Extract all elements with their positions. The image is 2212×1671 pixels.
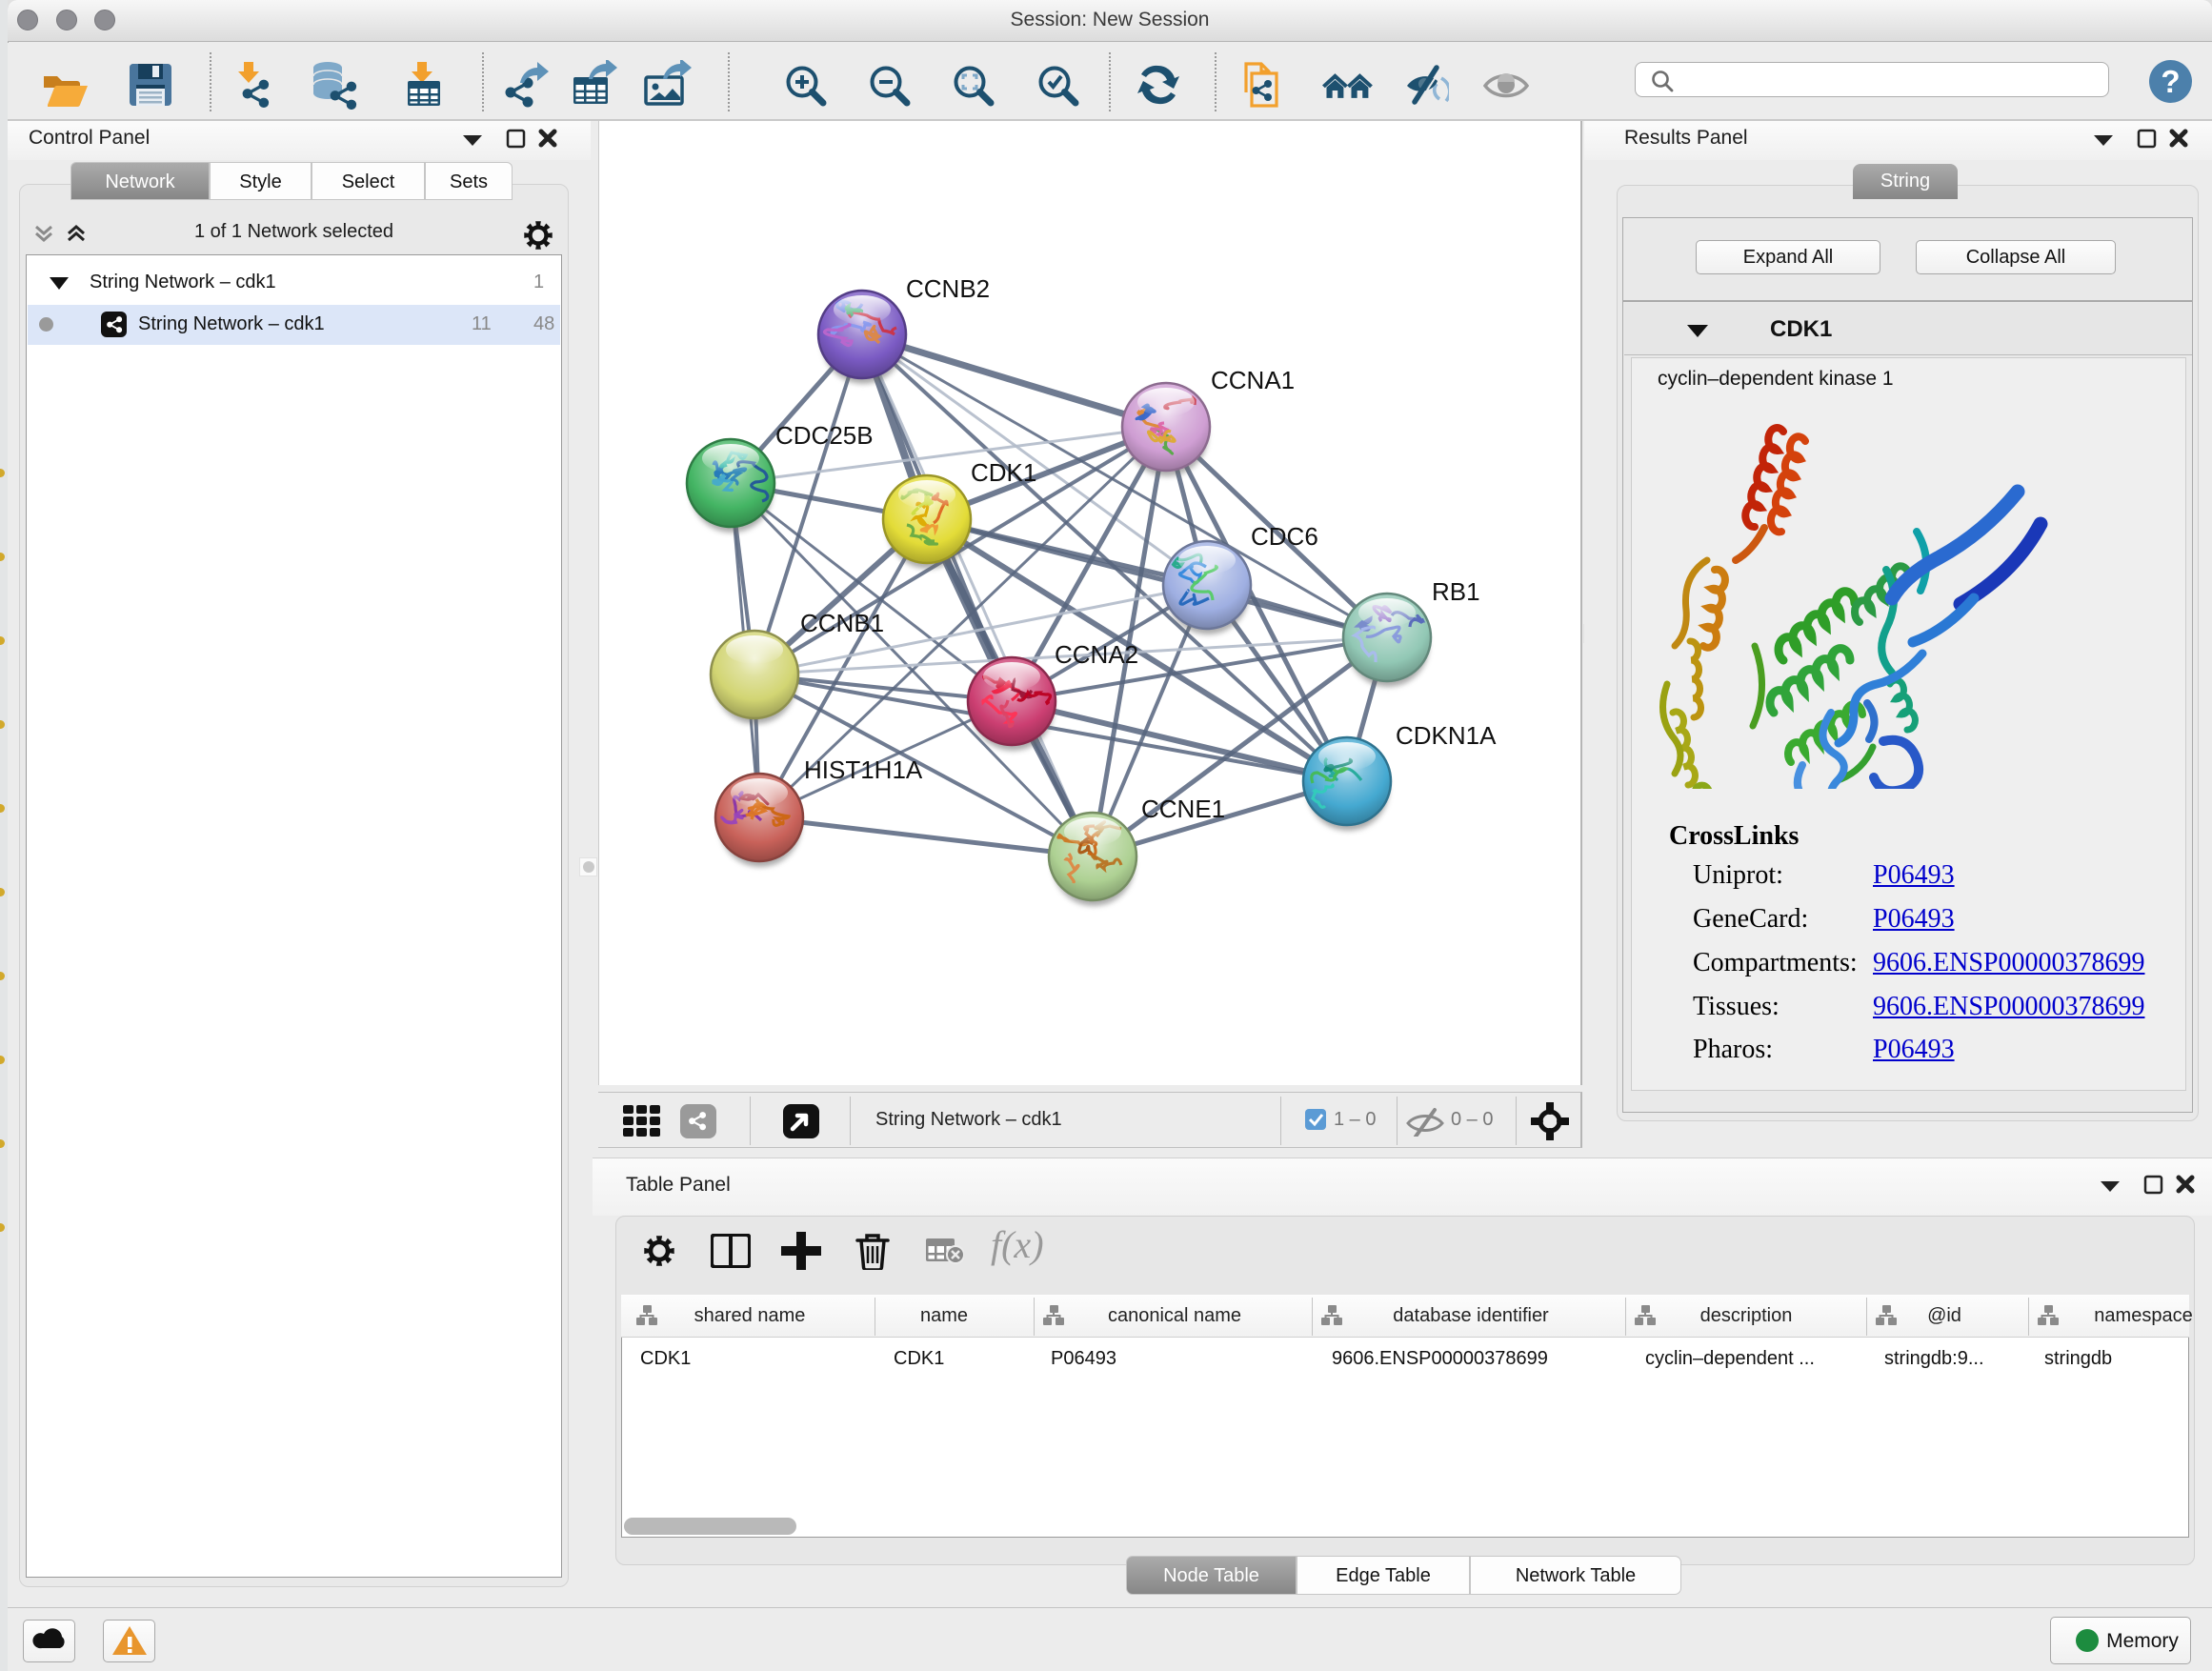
svg-text:CCNB1: CCNB1 — [800, 609, 884, 637]
svg-text:CDC6: CDC6 — [1251, 522, 1318, 551]
svg-text:CCNE1: CCNE1 — [1141, 795, 1225, 823]
svg-text:CDKN1A: CDKN1A — [1396, 721, 1497, 750]
svg-text:CCNB2: CCNB2 — [906, 274, 990, 303]
svg-text:RB1: RB1 — [1432, 577, 1480, 606]
svg-text:HIST1H1A: HIST1H1A — [804, 755, 923, 784]
svg-text:CCNA1: CCNA1 — [1211, 366, 1295, 394]
svg-text:CDC25B: CDC25B — [775, 421, 874, 450]
svg-text:CDK1: CDK1 — [971, 458, 1036, 487]
svg-text:CCNA2: CCNA2 — [1055, 640, 1138, 669]
